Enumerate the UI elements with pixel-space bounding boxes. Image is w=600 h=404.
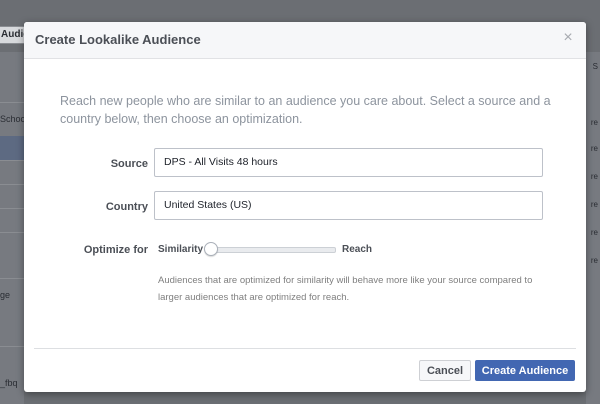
background-text: re bbox=[590, 200, 598, 209]
background-text: re bbox=[590, 172, 598, 181]
cancel-button[interactable]: Cancel bbox=[419, 360, 471, 381]
background-text: ge bbox=[0, 290, 11, 300]
background-row-divider bbox=[0, 346, 24, 347]
country-label: Country bbox=[105, 201, 148, 213]
optimization-slider[interactable]: Similarity Reach bbox=[158, 242, 388, 256]
slider-thumb[interactable] bbox=[204, 242, 218, 256]
source-field[interactable] bbox=[154, 148, 543, 177]
background-row-divider bbox=[0, 232, 24, 233]
close-icon[interactable]: × bbox=[560, 30, 576, 46]
background-left-column bbox=[0, 52, 24, 404]
create-audience-button[interactable]: Create Audience bbox=[475, 360, 575, 381]
background-text: re bbox=[590, 256, 598, 265]
optimize-label: Optimize for bbox=[83, 244, 148, 256]
slider-max-label: Reach bbox=[342, 244, 373, 255]
slider-min-label: Similarity bbox=[158, 244, 204, 255]
background-row-divider bbox=[0, 278, 24, 279]
background-row-divider bbox=[0, 102, 24, 103]
footer-divider bbox=[34, 348, 576, 349]
dialog-title: Create Lookalike Audience bbox=[35, 32, 201, 47]
optimization-help-text: Audiences that are optimized for similar… bbox=[158, 275, 533, 303]
dialog-header: Create Lookalike Audience × bbox=[24, 22, 586, 59]
create-lookalike-dialog: Create Lookalike Audience × Reach new pe… bbox=[24, 22, 586, 392]
background-text: S bbox=[592, 62, 598, 71]
background-selected-row bbox=[0, 136, 24, 160]
background-text: re bbox=[590, 118, 598, 127]
background-text: re bbox=[590, 228, 598, 237]
background-row-divider bbox=[0, 208, 24, 209]
background-text: re bbox=[590, 144, 598, 153]
background-text: _fbq bbox=[0, 378, 18, 388]
background-row-divider bbox=[0, 160, 24, 161]
slider-track[interactable] bbox=[210, 247, 336, 253]
intro-text: Reach new people who are similar to an a… bbox=[60, 94, 551, 126]
background-row-divider bbox=[0, 184, 24, 185]
background-text: Schoo bbox=[0, 114, 26, 124]
country-field[interactable] bbox=[154, 191, 543, 220]
source-label: Source bbox=[110, 158, 148, 170]
